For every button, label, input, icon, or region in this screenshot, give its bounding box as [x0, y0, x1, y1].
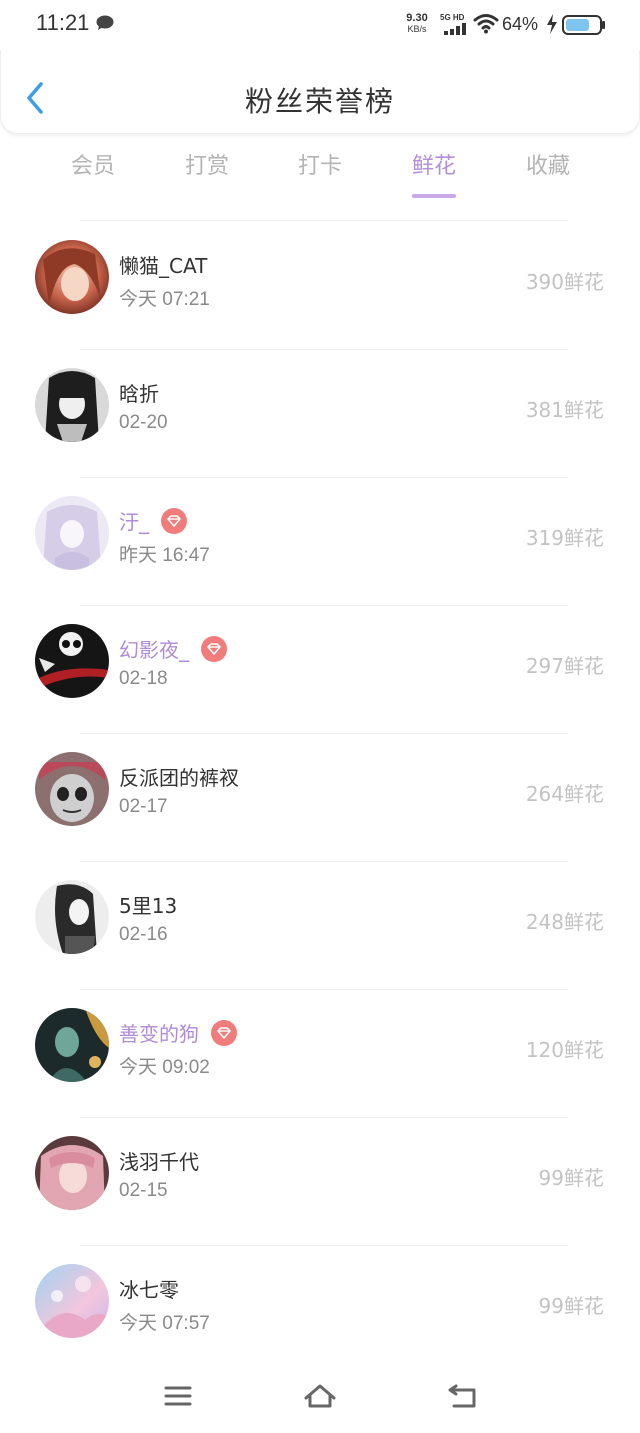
- list-item[interactable]: 反派团的裤衩 02-17 264鲜花: [0, 734, 640, 862]
- fan-time: 02-18: [119, 668, 168, 689]
- battery-percent: 64%: [502, 14, 539, 34]
- chat-bubble-icon: [96, 15, 114, 30]
- fan-time: 今天 09:02: [119, 1057, 210, 1078]
- fan-time: 今天 07:21: [119, 289, 210, 310]
- tab-favorites[interactable]: 收藏: [491, 148, 605, 180]
- fan-name: 懒猫_CAT: [119, 250, 207, 279]
- list-item[interactable]: 5里13 02-16 248鲜花: [0, 862, 640, 990]
- fan-name-text: 反派团的裤衩: [119, 766, 239, 790]
- tab-rewards[interactable]: 打赏: [150, 148, 264, 180]
- fan-name: 善变的狗: [119, 1018, 237, 1047]
- vip-diamond-icon: [211, 1019, 237, 1046]
- avatar[interactable]: [35, 880, 109, 954]
- fan-name: 汙_: [119, 506, 187, 535]
- fan-name: 冰七零: [119, 1274, 179, 1303]
- list-item[interactable]: 汙_ 昨天 16:47 319鲜花: [0, 478, 640, 606]
- active-tab-indicator: [412, 194, 456, 198]
- tab-label: 鲜花: [411, 154, 456, 179]
- tab-label: 收藏: [525, 154, 570, 179]
- fan-time: 02-15: [119, 1180, 168, 1201]
- list-item[interactable]: 浅羽千代 02-15 99鲜花: [0, 1118, 640, 1246]
- avatar[interactable]: [35, 1264, 109, 1338]
- flower-count: 390鲜花: [525, 270, 604, 294]
- vip-diamond-icon: [201, 635, 227, 662]
- back-icon[interactable]: [444, 1380, 480, 1412]
- page-title: 粉丝荣誉榜: [244, 85, 395, 118]
- flower-count: 297鲜花: [525, 654, 604, 678]
- avatar[interactable]: [35, 240, 109, 314]
- vip-diamond-icon: [161, 507, 187, 534]
- fan-name-text: 晗折: [119, 382, 159, 406]
- speed-value: 9.30: [406, 12, 428, 24]
- fan-name-text: 幻影夜_: [119, 638, 189, 662]
- flower-count: 248鲜花: [525, 910, 604, 934]
- tab-checkin[interactable]: 打卡: [263, 148, 377, 180]
- fan-time: 02-17: [119, 796, 168, 817]
- fan-name-text: 懒猫_CAT: [119, 254, 208, 278]
- flower-count: 264鲜花: [525, 782, 604, 806]
- fan-name-text: 浅羽千代: [119, 1150, 199, 1174]
- avatar[interactable]: [35, 752, 109, 826]
- tab-bar: 会员 打赏 打卡 鲜花 收藏: [36, 148, 604, 202]
- status-bar: 11:21 9.30 KB/s 5G HD 64%: [0, 0, 640, 50]
- tab-label: 会员: [70, 154, 115, 179]
- tab-members[interactable]: 会员: [36, 148, 150, 180]
- flower-count: 381鲜花: [525, 398, 604, 422]
- fan-name: 幻影夜_: [119, 634, 227, 663]
- fan-time: 02-16: [119, 924, 168, 945]
- fan-time: 02-20: [119, 412, 168, 433]
- list-item[interactable]: 善变的狗 今天 09:02 120鲜花: [0, 990, 640, 1118]
- avatar[interactable]: [35, 624, 109, 698]
- fan-name: 反派团的裤衩: [119, 762, 239, 791]
- fan-name-text: 5里13: [119, 894, 178, 918]
- flower-count: 120鲜花: [525, 1038, 604, 1062]
- fan-name: 5里13: [119, 890, 177, 919]
- fan-name-text: 汙_: [119, 510, 149, 534]
- battery-icon: [562, 15, 605, 35]
- wifi-icon: [473, 14, 499, 34]
- fan-name: 晗折: [119, 378, 159, 407]
- fan-name-text: 善变的狗: [119, 1022, 199, 1046]
- system-nav-bar: [0, 1360, 640, 1433]
- app-header: 粉丝荣誉榜: [0, 50, 640, 134]
- fan-name: 浅羽千代: [119, 1146, 199, 1175]
- avatar[interactable]: [35, 496, 109, 570]
- fan-ranking-list: 懒猫_CAT 今天 07:21 390鲜花 晗折 02-20 381鲜花 汙_: [0, 222, 640, 1374]
- list-item[interactable]: 懒猫_CAT 今天 07:21 390鲜花: [0, 222, 640, 350]
- list-item[interactable]: 晗折 02-20 381鲜花: [0, 350, 640, 478]
- tab-label: 打卡: [297, 154, 342, 179]
- home-icon[interactable]: [302, 1380, 338, 1412]
- fan-time: 昨天 16:47: [119, 545, 210, 566]
- network-speed: 9.30 KB/s: [402, 13, 432, 35]
- tab-flowers[interactable]: 鲜花: [377, 148, 491, 198]
- divider: [80, 220, 568, 221]
- charging-bolt-icon: [547, 14, 557, 34]
- list-item[interactable]: 冰七零 今天 07:57 99鲜花: [0, 1246, 640, 1374]
- avatar[interactable]: [35, 1008, 109, 1082]
- status-time: 11:21: [36, 10, 90, 35]
- tab-label: 打赏: [184, 154, 229, 179]
- cellular-signal: 5G HD: [440, 13, 470, 35]
- list-item[interactable]: 幻影夜_ 02-18 297鲜花: [0, 606, 640, 734]
- speed-unit: KB/s: [407, 24, 427, 34]
- flower-count: 319鲜花: [525, 526, 604, 550]
- fan-time: 今天 07:57: [119, 1313, 210, 1334]
- menu-icon[interactable]: [160, 1380, 196, 1412]
- avatar[interactable]: [35, 368, 109, 442]
- fan-name-text: 冰七零: [119, 1278, 179, 1302]
- signal-bars-icon: [444, 23, 466, 35]
- avatar[interactable]: [35, 1136, 109, 1210]
- network-type: 5G HD: [440, 13, 465, 22]
- flower-count: 99鲜花: [538, 1166, 604, 1190]
- flower-count: 99鲜花: [538, 1294, 604, 1318]
